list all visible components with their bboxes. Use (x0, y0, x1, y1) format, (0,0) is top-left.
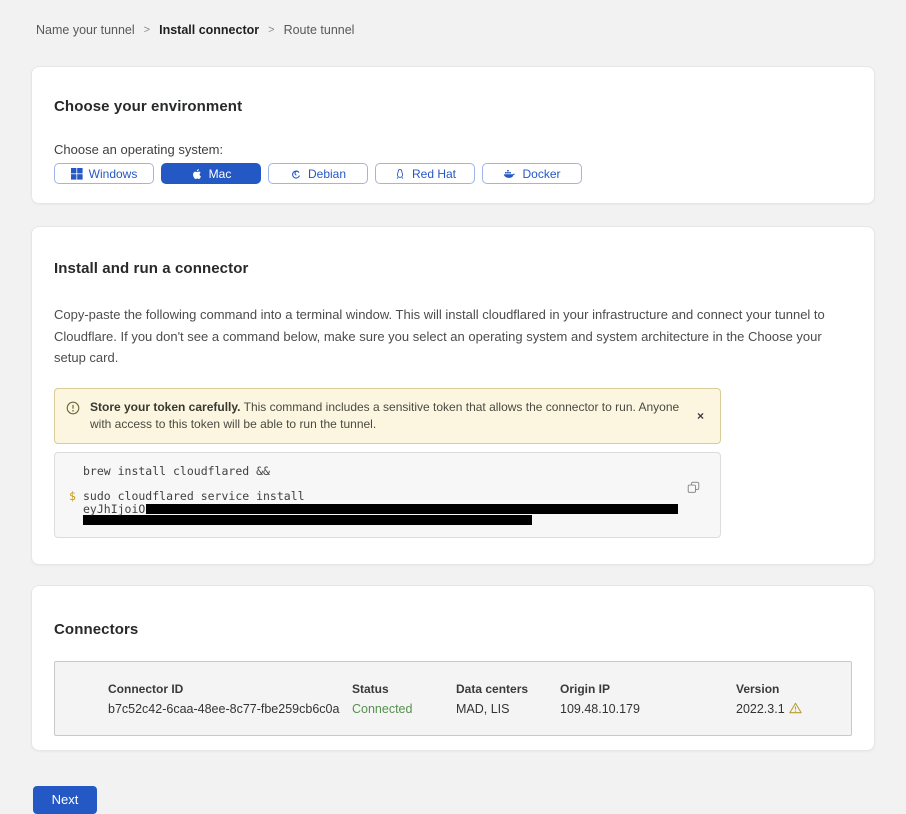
docker-icon (503, 168, 516, 180)
install-card-title: Install and run a connector (54, 260, 852, 277)
breadcrumb-separator: > (268, 24, 274, 36)
version-value: 2022.3.1 (736, 702, 851, 717)
alert-message-bold: Store your token carefully. (90, 400, 241, 414)
choose-environment-card: Choose your environment Choose an operat… (31, 66, 875, 204)
column-header-connector-id: Connector ID (108, 682, 352, 696)
token-visible-text: eyJhIjoiO (83, 504, 145, 515)
os-button-label: Debian (308, 167, 346, 181)
os-button-redhat[interactable]: Red Hat (375, 163, 475, 184)
breadcrumb-separator: > (144, 24, 150, 36)
next-button[interactable]: Next (33, 786, 97, 814)
column-header-origin-ip: Origin IP (560, 682, 736, 696)
breadcrumb-step-install-connector[interactable]: Install connector (159, 23, 259, 37)
copy-icon[interactable] (687, 481, 700, 497)
breadcrumb: Name your tunnel > Install connector > R… (0, 0, 906, 37)
token-warning-alert: Store your token carefully. This command… (54, 388, 721, 444)
redhat-icon (394, 168, 406, 180)
close-icon[interactable]: × (693, 408, 708, 424)
origin-ip-value: 109.48.10.179 (560, 702, 736, 716)
connector-id-value: b7c52c42-6caa-48ee-8c77-fbe259cb6c0a (108, 702, 352, 716)
warning-triangle-icon (789, 702, 802, 717)
code-line-brew: brew install cloudflared && (69, 464, 706, 478)
os-button-label: Windows (89, 167, 138, 181)
version-number: 2022.3.1 (736, 702, 785, 716)
os-button-label: Docker (522, 167, 560, 181)
column-header-data-centers: Data centers (456, 682, 560, 696)
connectors-card: Connectors Connector ID Status Data cent… (31, 585, 875, 751)
apple-icon (191, 168, 203, 180)
os-select-label: Choose an operating system: (54, 142, 852, 157)
os-button-mac[interactable]: Mac (161, 163, 261, 184)
alert-circle-icon (66, 401, 80, 420)
environment-card-title: Choose your environment (54, 98, 852, 115)
install-command-codeblock[interactable]: brew install cloudflared && $ sudo cloud… (54, 452, 721, 538)
code-line-sudo-text: sudo cloudflared service install (83, 489, 305, 503)
token-redaction-bar (83, 515, 532, 525)
install-connector-card: Install and run a connector Copy-paste t… (31, 226, 875, 565)
debian-icon (290, 168, 302, 180)
column-header-version: Version (736, 682, 851, 696)
breadcrumb-step-name-tunnel[interactable]: Name your tunnel (36, 23, 135, 37)
windows-icon (71, 168, 83, 180)
column-header-status: Status (352, 682, 456, 696)
breadcrumb-step-route-tunnel[interactable]: Route tunnel (284, 23, 355, 37)
os-button-label: Mac (209, 167, 232, 181)
code-line-token: eyJhIjoiO (69, 504, 706, 515)
os-button-windows[interactable]: Windows (54, 163, 154, 184)
install-description: Copy-paste the following command into a … (54, 304, 852, 369)
os-button-docker[interactable]: Docker (482, 163, 582, 184)
os-button-group: Windows Mac Debian Red Hat Docker (54, 163, 852, 184)
os-button-label: Red Hat (412, 167, 456, 181)
alert-message: Store your token carefully. This command… (90, 399, 683, 433)
token-redaction-bar (146, 504, 678, 514)
connectors-card-title: Connectors (54, 621, 852, 638)
connectors-table: Connector ID Status Data centers Origin … (54, 661, 852, 736)
shell-prompt: $ (69, 489, 83, 503)
code-line-sudo: $ sudo cloudflared service install (69, 489, 706, 503)
os-button-debian[interactable]: Debian (268, 163, 368, 184)
status-badge: Connected (352, 702, 456, 716)
data-centers-value: MAD, LIS (456, 702, 560, 716)
